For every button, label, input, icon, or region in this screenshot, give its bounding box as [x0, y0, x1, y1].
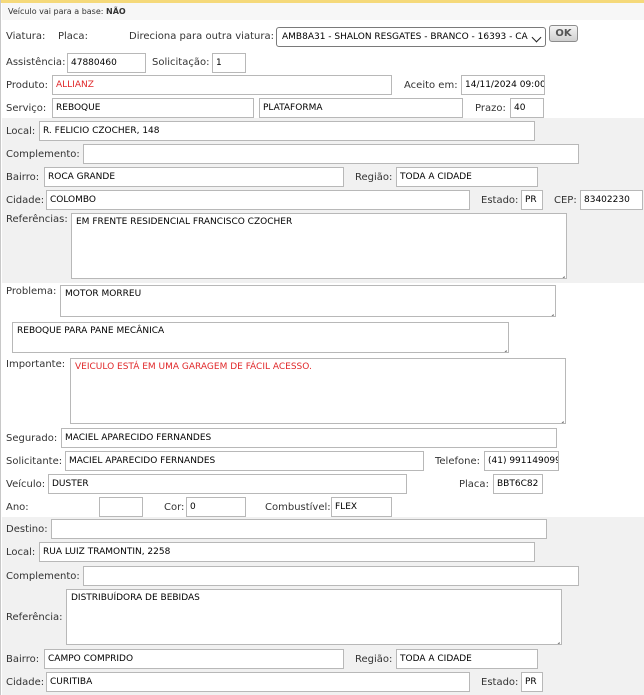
importante-label: Importante:: [6, 359, 66, 370]
destino-estado-label: Estado:: [481, 677, 519, 688]
prazo-field[interactable]: 40: [510, 98, 544, 118]
problema-label: Problema:: [6, 286, 57, 297]
resize-grip-icon[interactable]: [557, 269, 565, 277]
solicitante-label: Solicitante:: [6, 456, 63, 467]
servico-tipo-field[interactable]: PLATAFORMA: [259, 98, 463, 118]
base-label: Veículo vai para a base:: [8, 7, 104, 16]
origem-regiao-label: Região:: [355, 172, 393, 183]
destino-regiao-field[interactable]: TODA A CIDADE: [396, 649, 538, 669]
telefone-label: Telefone:: [435, 456, 480, 467]
destino-local-label: Local:: [6, 547, 36, 558]
origem-complemento-label: Complemento:: [6, 149, 80, 160]
origem-complemento-field[interactable]: [83, 144, 579, 164]
ano-label: Ano:: [6, 502, 29, 513]
origem-bairro-label: Bairro:: [6, 172, 40, 183]
destino-bairro-label: Bairro:: [6, 654, 40, 665]
segurado-field[interactable]: MACIEL APARECIDO FERNANDES: [61, 428, 557, 448]
direciona-label: Direciona para outra viatura:: [129, 31, 274, 42]
base-value: NÃO: [106, 7, 126, 16]
viatura-label: Viatura:: [6, 31, 46, 42]
problema-textarea[interactable]: MOTOR MORREU: [60, 285, 556, 317]
importante-text: VEICULO ESTÁ EM UMA GARAGEM DE FÁCIL ACE…: [75, 362, 312, 372]
veiculo-label: Veículo:: [6, 479, 46, 490]
veiculo-field[interactable]: DUSTER: [48, 474, 407, 494]
prazo-label: Prazo:: [475, 103, 506, 114]
solicitacao-label: Solicitação:: [152, 57, 210, 68]
destino-bairro-field[interactable]: CAMPO COMPRIDO: [44, 649, 344, 669]
cor-field[interactable]: 0: [186, 497, 246, 517]
origem-referencias-label: Referências:: [6, 214, 68, 225]
resize-grip-icon[interactable]: [499, 343, 507, 351]
descricao-textarea[interactable]: REBOQUE PARA PANE MECÂNICA: [12, 322, 509, 353]
origem-referencias-textarea[interactable]: EM FRENTE RESIDENCIAL FRANCISCO CZOCHER: [71, 213, 567, 279]
descricao-text: REBOQUE PARA PANE MECÂNICA: [17, 326, 165, 336]
resize-grip-icon[interactable]: [552, 635, 560, 643]
destino-complemento-field[interactable]: [83, 566, 579, 586]
problema-text: MOTOR MORREU: [65, 289, 142, 299]
origem-estado-label: Estado:: [481, 195, 519, 206]
placa-label: Placa:: [58, 31, 88, 42]
origem-local-field[interactable]: R. FELICIO CZOCHER, 148: [39, 121, 535, 141]
ano-field[interactable]: [99, 497, 143, 517]
destino-cidade-label: Cidade:: [6, 677, 45, 688]
aceito-field[interactable]: 14/11/2024 09:00: [461, 75, 545, 95]
aceito-label: Aceito em:: [404, 80, 458, 91]
placa-veiculo-label: Placa:: [459, 479, 489, 490]
origem-referencias-text: EM FRENTE RESIDENCIAL FRANCISCO CZOCHER: [76, 217, 293, 227]
ok-button[interactable]: OK: [549, 25, 578, 42]
chevron-down-icon: [531, 32, 542, 43]
origem-cep-label: CEP:: [554, 195, 577, 206]
destino-complemento-label: Complemento:: [6, 571, 80, 582]
cor-label: Cor:: [164, 502, 185, 513]
destino-regiao-label: Região:: [355, 654, 393, 665]
origem-cidade-label: Cidade:: [6, 195, 45, 206]
destino-referencia-text: DISTRIBUÍDORA DE BEBIDAS: [71, 593, 200, 603]
destino-field[interactable]: [51, 519, 547, 539]
assistencia-label: Assistência:: [6, 57, 66, 68]
service-order-form: Veículo vai para a base: NÃO Viatura: Pl…: [0, 0, 644, 695]
origem-regiao-field[interactable]: TODA A CIDADE: [396, 167, 538, 187]
produto-field[interactable]: ALLIANZ: [52, 75, 392, 95]
assistencia-field[interactable]: 47880460: [67, 53, 146, 73]
servico-label: Serviço:: [6, 103, 47, 114]
destino-referencia-textarea[interactable]: DISTRIBUÍDORA DE BEBIDAS: [66, 589, 562, 645]
destino-estado-field[interactable]: PR: [521, 672, 543, 692]
origem-cep-field[interactable]: 83402230: [580, 190, 643, 210]
solicitante-field[interactable]: MACIEL APARECIDO FERNANDES: [65, 451, 424, 471]
origem-cidade-field[interactable]: COLOMBO: [46, 190, 470, 210]
resize-grip-icon[interactable]: [546, 307, 554, 315]
base-indicator: Veículo vai para a base: NÃO: [8, 7, 126, 16]
produto-label: Produto:: [6, 80, 48, 91]
combustivel-field[interactable]: FLEX: [331, 497, 392, 517]
origem-bairro-field[interactable]: ROCA GRANDE: [44, 167, 344, 187]
combustivel-label: Combustível:: [265, 502, 331, 513]
destino-label: Destino:: [6, 524, 48, 535]
segurado-label: Segurado:: [6, 433, 58, 444]
destino-local-field[interactable]: RUA LUIZ TRAMONTIN, 2258: [39, 542, 535, 562]
servico-field[interactable]: REBOQUE: [52, 98, 254, 118]
redirect-vehicle-select[interactable]: AMB8A31 - SHALON RESGATES - BRANCO - 163…: [276, 27, 546, 47]
destino-referencia-label: Referência:: [6, 612, 63, 623]
origem-local-label: Local:: [6, 126, 36, 137]
importante-textarea[interactable]: VEICULO ESTÁ EM UMA GARAGEM DE FÁCIL ACE…: [70, 358, 566, 424]
destino-cidade-field[interactable]: CURITIBA: [46, 672, 470, 692]
resize-grip-icon[interactable]: [556, 414, 564, 422]
origem-estado-field[interactable]: PR: [521, 190, 543, 210]
solicitacao-field[interactable]: 1: [212, 53, 246, 73]
redirect-vehicle-value: AMB8A31 - SHALON RESGATES - BRANCO - 163…: [282, 32, 528, 42]
telefone-field[interactable]: (41) 991149099: [484, 451, 559, 471]
placa-veiculo-field[interactable]: BBT6C82: [493, 474, 543, 494]
